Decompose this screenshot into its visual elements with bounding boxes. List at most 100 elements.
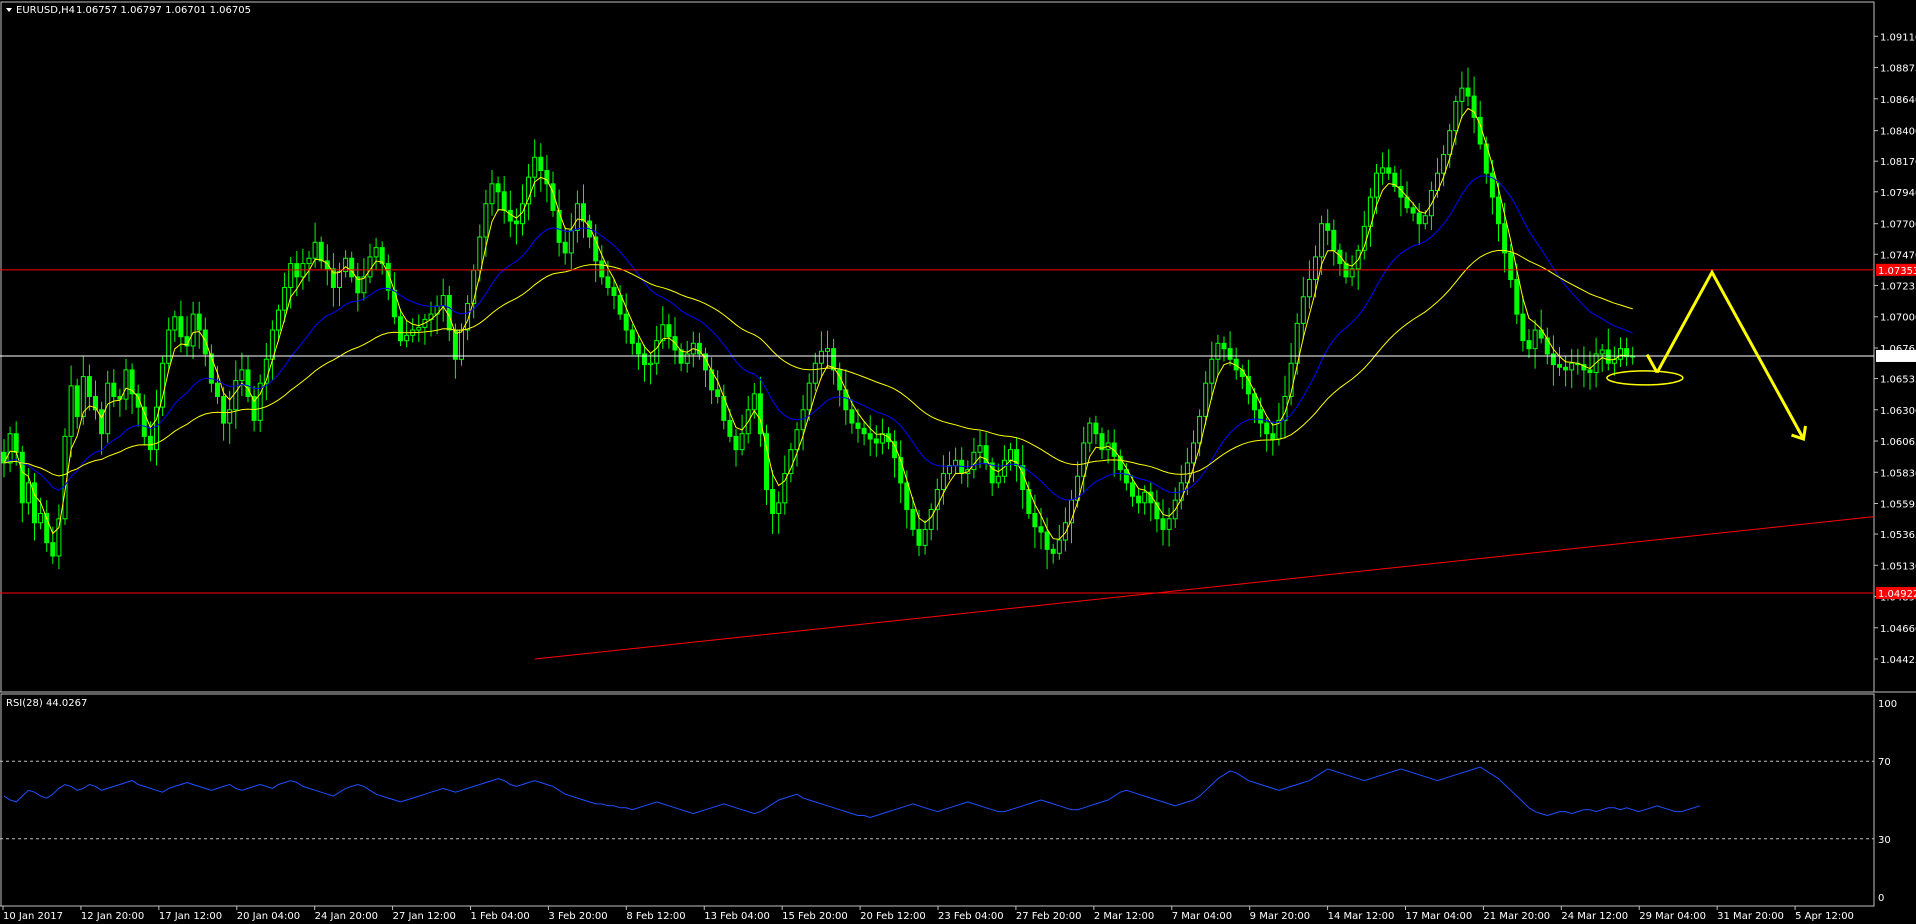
time-tick-label: 13 Feb 04:00 bbox=[704, 911, 770, 922]
time-tick-label: 27 Jan 12:00 bbox=[393, 911, 456, 922]
candle-body bbox=[947, 465, 952, 475]
candle-body bbox=[361, 276, 367, 294]
price-tick-label: 1.05130 bbox=[1880, 561, 1916, 572]
price-tick-label: 1.04425 bbox=[1880, 655, 1916, 666]
candle-body bbox=[800, 409, 806, 431]
time-tick-label: 1 Feb 04:00 bbox=[471, 911, 530, 922]
candle-body bbox=[1191, 442, 1196, 464]
price-tag-label: 1.06705 bbox=[1878, 352, 1916, 363]
price-tick-label: 1.07000 bbox=[1880, 313, 1916, 324]
symbol-label: EURUSD,H4 bbox=[16, 5, 75, 16]
time-tick-label: 5 Apr 12:00 bbox=[1795, 911, 1854, 922]
candle-body bbox=[581, 203, 586, 222]
price-tick-label: 1.04660 bbox=[1880, 624, 1916, 635]
candle-body bbox=[239, 369, 245, 382]
candle-body bbox=[489, 183, 495, 205]
price-tick-label: 1.08875 bbox=[1880, 64, 1916, 75]
candle-body bbox=[617, 294, 623, 315]
candle-body bbox=[928, 508, 934, 530]
candle-body bbox=[526, 176, 532, 205]
candle-body bbox=[1605, 349, 1611, 364]
candle-body bbox=[825, 348, 830, 352]
candle-body bbox=[873, 438, 879, 444]
candle-body bbox=[1008, 449, 1013, 461]
candle-body bbox=[1563, 366, 1569, 371]
candle-body bbox=[538, 156, 544, 172]
candle-body bbox=[678, 349, 684, 364]
candle-body bbox=[1441, 154, 1447, 174]
candle-body bbox=[306, 257, 312, 265]
rsi-level-label: 30 bbox=[1878, 835, 1891, 846]
candle-body bbox=[1526, 340, 1532, 350]
chart-window: 1.09110 1.08875 1.08640 1.08400 1.08170 1.079… bbox=[0, 0, 1916, 924]
candle-body bbox=[1252, 393, 1257, 411]
candle-body bbox=[1410, 207, 1416, 214]
candle-body bbox=[166, 329, 172, 364]
candle-body bbox=[111, 382, 117, 397]
price-tick-label: 1.05365 bbox=[1880, 530, 1916, 541]
candle-body bbox=[806, 382, 812, 411]
candle-body bbox=[1081, 442, 1087, 477]
price-tick-label: 1.08170 bbox=[1880, 157, 1916, 168]
candle-body bbox=[751, 393, 757, 411]
time-tick-label: 7 Mar 04:00 bbox=[1172, 911, 1232, 922]
candle-body bbox=[855, 422, 861, 429]
price-axis: 1.09110 1.08875 1.08640 1.08400 1.08170 1.079… bbox=[1874, 32, 1916, 666]
candle-body bbox=[1032, 512, 1038, 528]
candle-body bbox=[953, 459, 959, 467]
candle-body bbox=[1270, 433, 1276, 440]
candle-body bbox=[1514, 279, 1520, 315]
candle-body bbox=[190, 313, 196, 347]
candle-body bbox=[562, 241, 568, 254]
candle-body bbox=[123, 369, 129, 400]
candle-body bbox=[715, 389, 721, 397]
candle-body bbox=[1093, 422, 1099, 435]
candle-body bbox=[1227, 348, 1233, 360]
candle-body bbox=[19, 451, 25, 504]
time-tick-label: 10 Jan 2017 bbox=[3, 911, 63, 922]
time-tick-label: 17 Mar 04:00 bbox=[1406, 911, 1473, 922]
time-tick-label: 20 Jan 04:00 bbox=[237, 911, 300, 922]
candle-body bbox=[13, 433, 19, 453]
rsi-level-label: 100 bbox=[1878, 699, 1897, 710]
time-tick-label: 9 Mar 20:00 bbox=[1250, 911, 1310, 922]
time-tick-label: 14 Mar 12:00 bbox=[1328, 911, 1395, 922]
candle-body bbox=[178, 316, 184, 338]
candle-body bbox=[849, 409, 855, 424]
candle-body bbox=[282, 287, 288, 311]
candle-body bbox=[215, 382, 220, 397]
candle-body bbox=[1496, 196, 1501, 225]
candle-body bbox=[1618, 348, 1623, 360]
candle-body bbox=[788, 449, 794, 475]
candle-body bbox=[1056, 539, 1062, 554]
candle-body bbox=[1264, 422, 1270, 435]
candle-body bbox=[1331, 229, 1337, 251]
candle-body bbox=[995, 475, 1001, 484]
candle-body bbox=[312, 241, 318, 259]
time-tick-label: 31 Mar 20:00 bbox=[1717, 911, 1784, 922]
candle-body bbox=[1258, 409, 1264, 424]
candle-body bbox=[623, 313, 629, 331]
candle-body bbox=[1203, 382, 1209, 417]
candle-body bbox=[404, 334, 410, 342]
candle-body bbox=[812, 362, 818, 384]
time-tick-label: 23 Feb 04:00 bbox=[938, 911, 1004, 922]
candle-body bbox=[477, 236, 483, 271]
candle-body bbox=[1374, 172, 1379, 198]
time-tick-label: 24 Mar 12:00 bbox=[1561, 911, 1628, 922]
price-tick-label: 1.06065 bbox=[1880, 437, 1916, 448]
candle-body bbox=[1142, 491, 1148, 504]
candle-body bbox=[1599, 349, 1605, 355]
candle-body bbox=[1465, 87, 1471, 97]
candle-body bbox=[373, 247, 379, 258]
price-tick-label: 1.06535 bbox=[1880, 375, 1916, 386]
candle-body bbox=[1215, 342, 1221, 360]
time-tick-label: 29 Mar 04:00 bbox=[1639, 911, 1706, 922]
candle-body bbox=[867, 433, 873, 440]
candle-body bbox=[977, 445, 983, 453]
candle-body bbox=[513, 220, 519, 225]
price-tick-label: 1.07235 bbox=[1880, 282, 1916, 293]
candle-body bbox=[99, 409, 105, 435]
candle-body bbox=[940, 473, 946, 491]
candle-body bbox=[349, 257, 355, 278]
